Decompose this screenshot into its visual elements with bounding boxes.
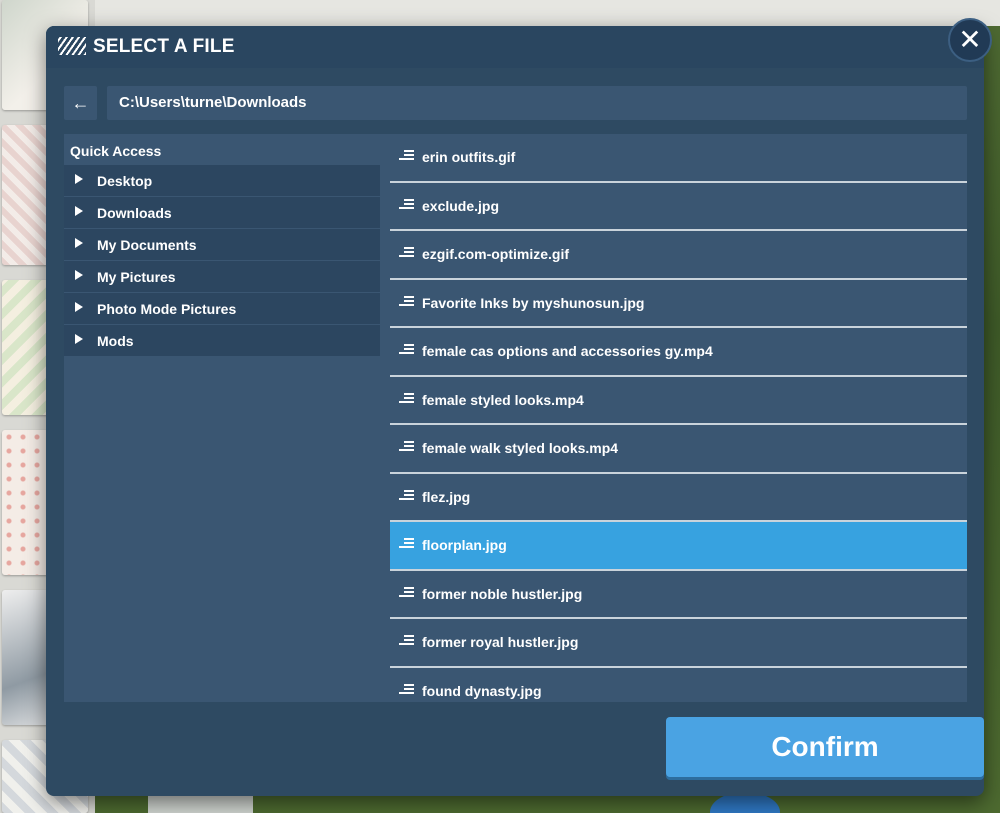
catalog-tile xyxy=(148,795,253,813)
quick-access-item-downloads[interactable]: Downloads xyxy=(64,197,380,229)
file-name: former royal hustler.jpg xyxy=(422,634,579,650)
back-button[interactable]: ← xyxy=(64,86,97,120)
file-lines-icon xyxy=(399,392,414,405)
triangle-right-icon xyxy=(75,206,83,216)
triangle-right-icon xyxy=(75,334,83,344)
close-button[interactable]: ✕ xyxy=(948,18,992,62)
file-row[interactable]: ezgif.com-optimize.gif xyxy=(390,231,967,280)
file-name: female walk styled looks.mp4 xyxy=(422,440,619,456)
file-name: exclude.jpg xyxy=(422,197,500,214)
triangle-right-icon xyxy=(75,238,83,248)
stripes-icon xyxy=(58,37,86,55)
file-lines-icon xyxy=(399,538,414,550)
file-row[interactable]: former noble hustler.jpg xyxy=(390,570,967,619)
quick-access-item-my-documents[interactable]: My Documents xyxy=(64,229,380,261)
file-row[interactable]: Favorite Inks by myshunosun.jpg xyxy=(390,279,967,328)
dialog-titlebar: SELECT A FILE xyxy=(46,26,984,68)
file-row-selected[interactable]: floorplan.jpg xyxy=(390,522,967,571)
file-name: former noble hustler.jpg xyxy=(422,585,583,602)
quick-access-item-my-pictures[interactable]: My Pictures xyxy=(64,261,380,293)
file-name: found dynasty.jpg xyxy=(422,682,542,699)
file-name: floorplan.jpg xyxy=(422,537,507,553)
quick-access-item-mods[interactable]: Mods xyxy=(64,325,380,357)
quick-access-label: Downloads xyxy=(97,205,172,221)
file-lines-icon xyxy=(399,247,414,259)
file-row[interactable]: exclude.jpg xyxy=(390,182,967,231)
file-row[interactable]: found dynasty.jpg xyxy=(390,667,967,702)
file-row[interactable]: female walk styled looks.mp4 xyxy=(390,425,967,474)
close-icon: ✕ xyxy=(958,24,982,55)
current-path: C:\Users\turne\Downloads xyxy=(119,94,307,111)
file-lines-icon xyxy=(399,635,414,647)
file-name: ezgif.com-optimize.gif xyxy=(422,246,569,262)
file-name: flez.jpg xyxy=(422,488,471,505)
background-topbar xyxy=(95,0,1000,26)
quick-access-list: Desktop Downloads My Documents My Pictur… xyxy=(64,165,380,357)
file-row[interactable]: female styled looks.mp4 xyxy=(390,376,967,425)
triangle-right-icon xyxy=(75,174,83,184)
file-lines-icon xyxy=(399,441,414,453)
path-bar: C:\Users\turne\Downloads xyxy=(107,86,967,120)
file-row[interactable]: flez.jpg xyxy=(390,473,967,522)
file-lines-icon xyxy=(399,198,414,211)
browser-content: Quick Access Desktop Downloads My Docume… xyxy=(64,134,967,702)
quick-access-label: Mods xyxy=(97,333,134,349)
confirm-label: Confirm xyxy=(771,731,879,762)
file-name: Favorite Inks by myshunosun.jpg xyxy=(422,294,645,311)
quick-access-label: My Pictures xyxy=(97,269,176,285)
quick-access-item-desktop[interactable]: Desktop xyxy=(64,165,380,197)
file-list[interactable]: erin outfits.gif exclude.jpg ezgif.com-o… xyxy=(390,134,967,702)
file-lines-icon xyxy=(399,586,414,599)
quick-access-label: My Documents xyxy=(97,237,197,253)
file-lines-icon xyxy=(399,150,414,162)
quick-access-label: Desktop xyxy=(97,173,153,189)
quick-access-item-photo-mode-pictures[interactable]: Photo Mode Pictures xyxy=(64,293,380,325)
file-row[interactable]: female cas options and accessories gy.mp… xyxy=(390,328,967,377)
file-name: female styled looks.mp4 xyxy=(422,391,584,408)
file-row[interactable]: erin outfits.gif xyxy=(390,134,967,183)
file-lines-icon xyxy=(399,295,414,308)
file-lines-icon xyxy=(399,683,414,696)
triangle-right-icon xyxy=(75,302,83,312)
arrow-left-icon: ← xyxy=(71,92,90,113)
file-name: female cas options and accessories gy.mp… xyxy=(422,343,713,359)
quick-access-title: Quick Access xyxy=(70,143,162,159)
file-row[interactable]: former royal hustler.jpg xyxy=(390,619,967,668)
file-lines-icon xyxy=(399,344,414,356)
select-file-dialog: SELECT A FILE ✕ ← C:\Users\turne\Downloa… xyxy=(46,18,992,796)
file-lines-icon xyxy=(399,489,414,502)
confirm-button[interactable]: Confirm xyxy=(666,717,984,777)
triangle-right-icon xyxy=(75,270,83,280)
dialog-title: SELECT A FILE xyxy=(93,36,235,57)
quick-access-label: Photo Mode Pictures xyxy=(97,301,237,317)
file-name: erin outfits.gif xyxy=(422,149,516,165)
